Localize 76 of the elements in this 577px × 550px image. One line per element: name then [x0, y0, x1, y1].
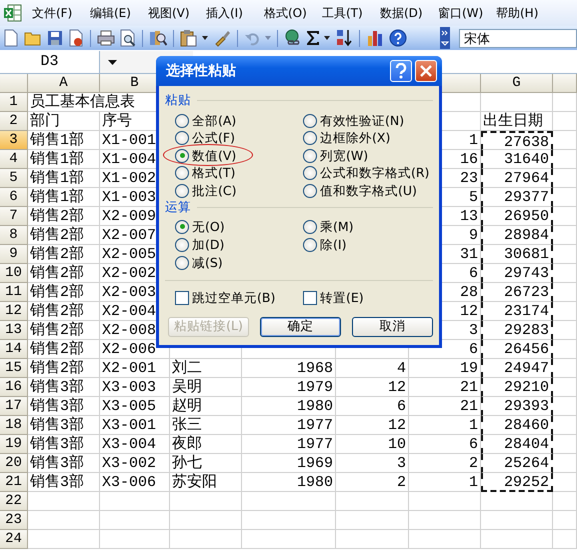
table-cell: 28460	[481, 416, 553, 435]
table-cell: 27964	[481, 169, 553, 188]
table-cell: 1	[409, 416, 481, 435]
table-cell: 张三	[170, 416, 242, 435]
table-cell: 6	[409, 435, 481, 454]
table-cell: 孙七	[170, 454, 242, 473]
table-cell: 夜郎	[170, 435, 242, 454]
table-cell: 1980	[242, 397, 336, 416]
table-cell: 31640	[481, 150, 553, 169]
table-cell: 销售2部	[28, 226, 100, 245]
table-cell: 销售1部	[28, 150, 100, 169]
table-cell: X3-002	[100, 454, 170, 473]
table-cell: 10	[336, 435, 409, 454]
table-cell: 4	[336, 359, 409, 378]
table-cell: 2	[336, 473, 409, 492]
table-cell: 26723	[481, 283, 553, 302]
table-cell: 销售3部	[28, 473, 100, 492]
table-cell: 25264	[481, 454, 553, 473]
table-cell: 2	[409, 454, 481, 473]
table-cell: 30681	[481, 245, 553, 264]
table-cell: 19	[409, 359, 481, 378]
table-cell: 27638	[481, 131, 553, 150]
table-cell: 出生日期	[481, 112, 553, 131]
table-cell: 刘二	[170, 359, 242, 378]
table-cell: 销售2部	[28, 264, 100, 283]
table-cell: 销售2部	[28, 302, 100, 321]
table-cell: 吴明	[170, 378, 242, 397]
table-cell: 24947	[481, 359, 553, 378]
table-cell: 销售3部	[28, 416, 100, 435]
table-cell: 销售3部	[28, 454, 100, 473]
table-cell: 销售1部	[28, 169, 100, 188]
table-cell: 29377	[481, 188, 553, 207]
table-cell: 1968	[242, 359, 336, 378]
table-cell: 销售3部	[28, 435, 100, 454]
table-cell: 6	[336, 397, 409, 416]
table-cell: 29393	[481, 397, 553, 416]
table-cell: 1977	[242, 416, 336, 435]
table-cell: 21	[409, 378, 481, 397]
group-label: 粘贴	[165, 92, 191, 108]
table-cell: 28404	[481, 435, 553, 454]
table-cell: X3-004	[100, 435, 170, 454]
table-cell: 苏安阳	[170, 473, 242, 492]
table-cell: 赵明	[170, 397, 242, 416]
table-cell: 销售2部	[28, 207, 100, 226]
table-cell: 销售3部	[28, 378, 100, 397]
table-cell: 销售2部	[28, 283, 100, 302]
table-cell: 12	[336, 378, 409, 397]
table-cell: 26950	[481, 207, 553, 226]
table-cell: 销售3部	[28, 397, 100, 416]
table-cell: 29210	[481, 378, 553, 397]
table-cell: 销售2部	[28, 340, 100, 359]
table-cell: X2-001	[100, 359, 170, 378]
table-cell: X3-003	[100, 378, 170, 397]
table-cell: 销售1部	[28, 131, 100, 150]
table-cell: 12	[336, 416, 409, 435]
table-cell: 1979	[242, 378, 336, 397]
table-cell: 部门	[28, 112, 100, 131]
table-cell: 1977	[242, 435, 336, 454]
table-cell: X3-006	[100, 473, 170, 492]
table-cell: 29252	[481, 473, 553, 492]
table-cell: 销售1部	[28, 188, 100, 207]
table-cell: X3-001	[100, 416, 170, 435]
table-cell: 1	[409, 473, 481, 492]
table-cell: 销售2部	[28, 321, 100, 340]
table-cell: 21	[409, 397, 481, 416]
table-cell: 销售2部	[28, 359, 100, 378]
table-cell: 29743	[481, 264, 553, 283]
table-cell: 3	[336, 454, 409, 473]
table-cell: 1969	[242, 454, 336, 473]
table-cell: 1980	[242, 473, 336, 492]
table-cell: 23174	[481, 302, 553, 321]
table-cell: 29283	[481, 321, 553, 340]
table-cell: 销售2部	[28, 245, 100, 264]
table-cell: X3-005	[100, 397, 170, 416]
table-cell: 28984	[481, 226, 553, 245]
table-cell: 26456	[481, 340, 553, 359]
